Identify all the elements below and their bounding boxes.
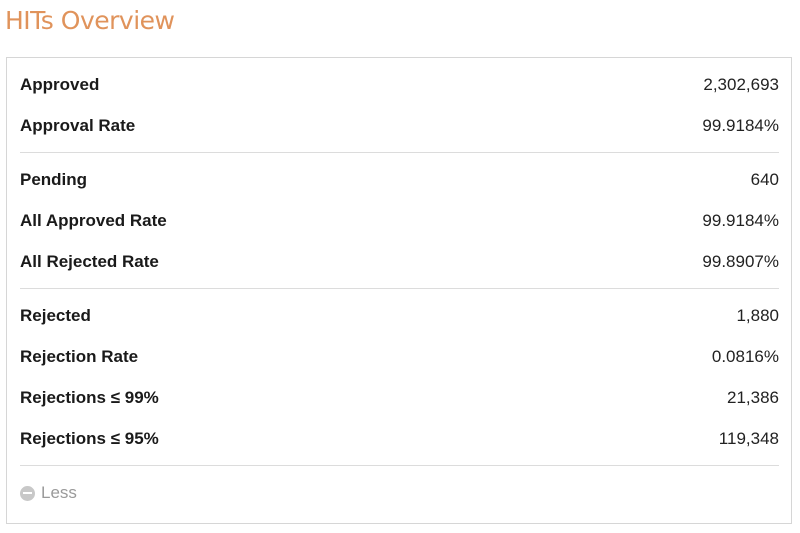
stat-label: Rejections ≤ 95% xyxy=(20,428,159,448)
minus-circle-icon xyxy=(20,485,35,501)
stat-label: Rejection Rate xyxy=(20,346,139,366)
stat-value: 99.9184% xyxy=(702,115,779,135)
stat-value: 21,386 xyxy=(727,387,779,407)
stat-label: Approval Rate xyxy=(20,115,136,135)
stat-value: 640 xyxy=(750,169,779,189)
stat-value: 2,302,693 xyxy=(703,74,779,94)
stat-row-pending: Pending 640 xyxy=(20,159,779,200)
stat-value: 119,348 xyxy=(718,428,779,448)
approved-group: Approved 2,302,693 Approval Rate 99.9184… xyxy=(20,58,779,153)
stat-label: All Approved Rate xyxy=(20,210,167,230)
less-toggle-button[interactable]: Less xyxy=(20,466,779,520)
stat-row-all-approved-rate: All Approved Rate 99.9184% xyxy=(20,200,779,241)
stat-label: All Rejected Rate xyxy=(20,251,159,271)
stat-row-approval-rate: Approval Rate 99.9184% xyxy=(20,105,779,146)
stat-value: 1,880 xyxy=(736,305,779,325)
stat-row-rejection-rate: Rejection Rate 0.0816% xyxy=(20,336,779,377)
page-title: HITs Overview xyxy=(5,6,175,35)
stat-label: Approved xyxy=(20,74,100,94)
hits-overview-panel: Approved 2,302,693 Approval Rate 99.9184… xyxy=(6,57,792,524)
stat-row-rejections-99: Rejections ≤ 99% 21,386 xyxy=(20,377,779,418)
stat-row-approved: Approved 2,302,693 xyxy=(20,64,779,105)
stat-value: 99.9184% xyxy=(702,210,779,230)
stat-value: 99.8907% xyxy=(702,251,779,271)
stat-label: Pending xyxy=(20,169,88,189)
stat-value: 0.0816% xyxy=(711,346,779,366)
pending-group: Pending 640 All Approved Rate 99.9184% A… xyxy=(20,153,779,289)
stat-row-all-rejected-rate: All Rejected Rate 99.8907% xyxy=(20,241,779,282)
stat-row-rejected: Rejected 1,880 xyxy=(20,295,779,336)
toggle-label: Less xyxy=(41,483,77,502)
rejected-group: Rejected 1,880 Rejection Rate 0.0816% Re… xyxy=(20,289,779,466)
stat-label: Rejections ≤ 99% xyxy=(20,387,159,407)
stat-label: Rejected xyxy=(20,305,91,325)
stat-row-rejections-95: Rejections ≤ 95% 119,348 xyxy=(20,418,779,459)
